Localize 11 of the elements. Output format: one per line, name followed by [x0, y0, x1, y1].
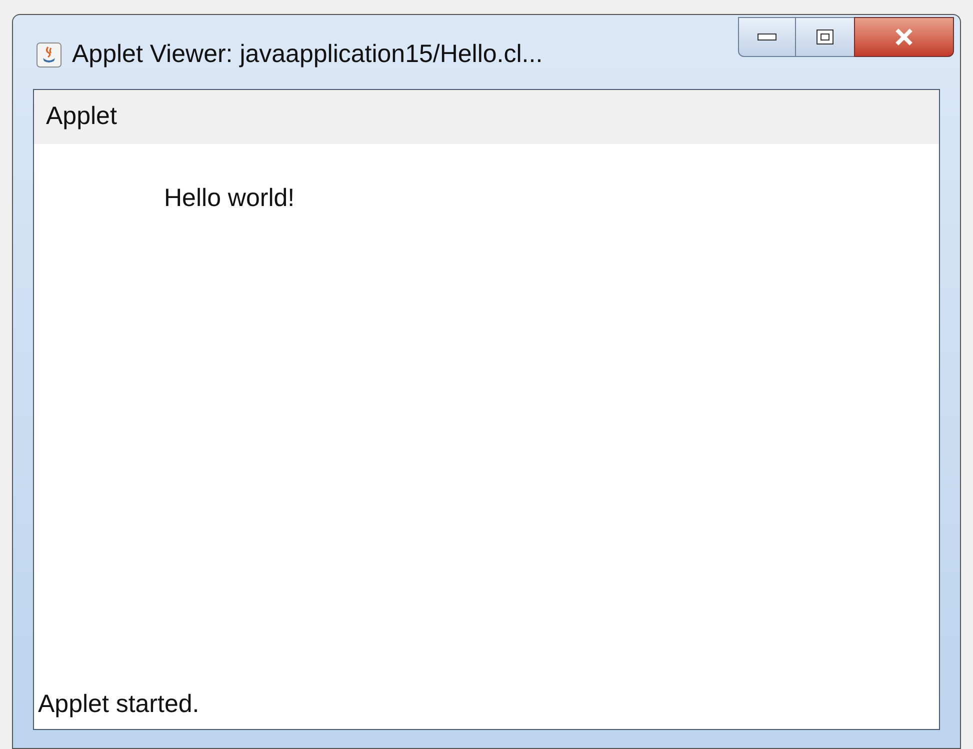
window-title: Applet Viewer: javaapplication15/Hello.cl...	[72, 39, 543, 70]
menu-item[interactable]: Applet	[44, 98, 119, 136]
close-button[interactable]	[854, 17, 954, 57]
java-cup-icon	[36, 42, 62, 68]
status-text: Applet started.	[37, 688, 200, 720]
maximize-icon	[816, 29, 834, 45]
minimize-button[interactable]	[738, 17, 796, 57]
minimize-icon	[757, 33, 777, 41]
maximize-button[interactable]	[796, 17, 854, 57]
close-icon	[894, 28, 914, 46]
applet-text: Hello world!	[164, 183, 295, 214]
